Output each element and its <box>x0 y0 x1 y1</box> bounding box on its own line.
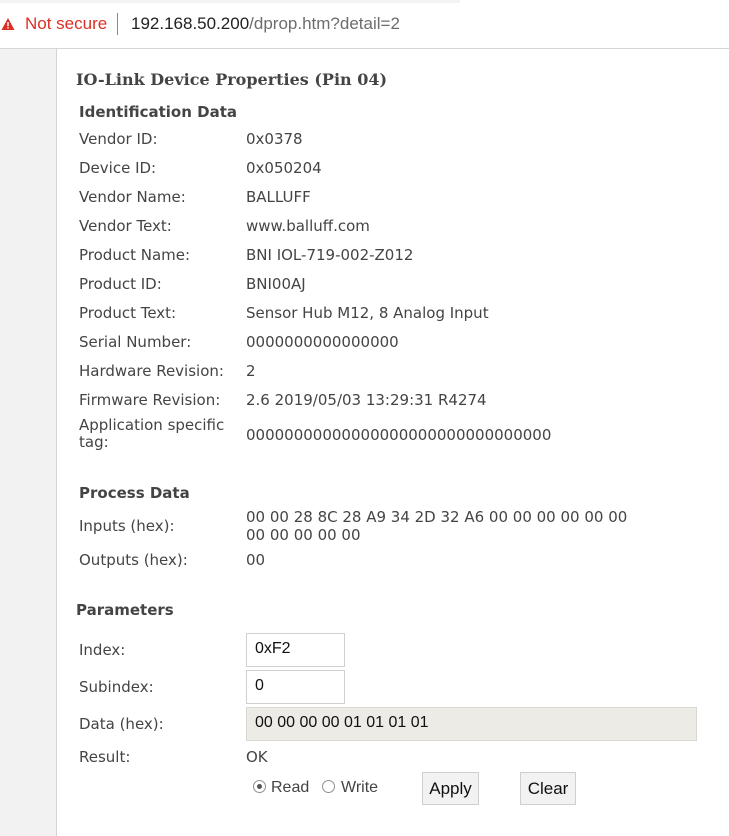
product-id-label: Product ID: <box>79 275 162 293</box>
inputs-value: 00 00 28 8C 28 A9 34 2D 32 A6 00 00 00 0… <box>246 508 628 544</box>
vendor-name-label: Vendor Name: <box>79 188 186 206</box>
serial-number-label: Serial Number: <box>79 333 192 351</box>
vendor-text-label: Vendor Text: <box>79 217 172 235</box>
warning-icon[interactable] <box>1 17 15 31</box>
identification-heading: Identification Data <box>79 103 237 121</box>
device-properties-panel: IO-Link Device Properties (Pin 04) Ident… <box>57 49 729 836</box>
url-path: /dprop.htm?detail=2 <box>249 14 400 33</box>
product-text-label: Product Text: <box>79 304 177 322</box>
firmware-revision-value: 2.6 2019/05/03 13:29:31 R4274 <box>246 391 487 409</box>
vendor-text-value: www.balluff.com <box>246 217 370 235</box>
outputs-label: Outputs (hex): <box>79 551 188 569</box>
index-label: Index: <box>79 641 126 659</box>
read-radio-label[interactable]: Read <box>271 779 309 797</box>
index-input[interactable]: 0xF2 <box>246 633 345 667</box>
result-label: Result: <box>79 748 131 766</box>
apply-button[interactable]: Apply <box>422 772 479 805</box>
data-hex-label: Data (hex): <box>79 715 164 733</box>
outputs-value: 00 <box>246 551 266 569</box>
url-text[interactable]: 192.168.50.200/dprop.htm?detail=2 <box>131 14 400 34</box>
write-radio-label[interactable]: Write <box>341 779 378 797</box>
write-radio[interactable] <box>322 780 335 793</box>
left-nav-pane <box>0 49 57 836</box>
product-id-value: BNI00AJ <box>246 275 306 293</box>
subindex-label: Subindex: <box>79 678 154 696</box>
result-value: OK <box>246 748 268 766</box>
vendor-id-label: Vendor ID: <box>79 130 158 148</box>
firmware-revision-label: Firmware Revision: <box>79 391 221 409</box>
security-status-label[interactable]: Not secure <box>25 14 107 34</box>
tab-strip-edge <box>0 0 729 3</box>
application-tag-value: 00000000000000000000000000000000 <box>246 426 552 444</box>
device-id-value: 0x050204 <box>246 159 322 177</box>
serial-number-value: 0000000000000000 <box>246 333 399 351</box>
application-tag-label: Application specific tag: <box>79 416 225 451</box>
device-id-label: Device ID: <box>79 159 157 177</box>
data-hex-field[interactable]: 00 00 00 00 01 01 01 01 <box>246 707 697 741</box>
product-name-label: Product Name: <box>79 246 191 264</box>
parameters-heading: Parameters <box>76 601 174 619</box>
url-host: 192.168.50.200 <box>131 14 250 33</box>
subindex-input[interactable]: 0 <box>246 670 345 704</box>
divider <box>117 13 118 35</box>
read-radio[interactable] <box>253 780 266 793</box>
product-name-value: BNI IOL-719-002-Z012 <box>246 246 414 264</box>
vendor-id-value: 0x0378 <box>246 130 303 148</box>
page-title: IO-Link Device Properties (Pin 04) <box>76 70 388 89</box>
process-data-heading: Process Data <box>79 484 190 502</box>
clear-button[interactable]: Clear <box>520 772 576 805</box>
hardware-revision-label: Hardware Revision: <box>79 362 224 380</box>
vendor-name-value: BALLUFF <box>246 188 311 206</box>
hardware-revision-value: 2 <box>246 362 256 380</box>
product-text-value: Sensor Hub M12, 8 Analog Input <box>246 304 489 322</box>
address-bar[interactable]: Not secure 192.168.50.200/dprop.htm?deta… <box>0 0 729 49</box>
inputs-label: Inputs (hex): <box>79 517 175 535</box>
